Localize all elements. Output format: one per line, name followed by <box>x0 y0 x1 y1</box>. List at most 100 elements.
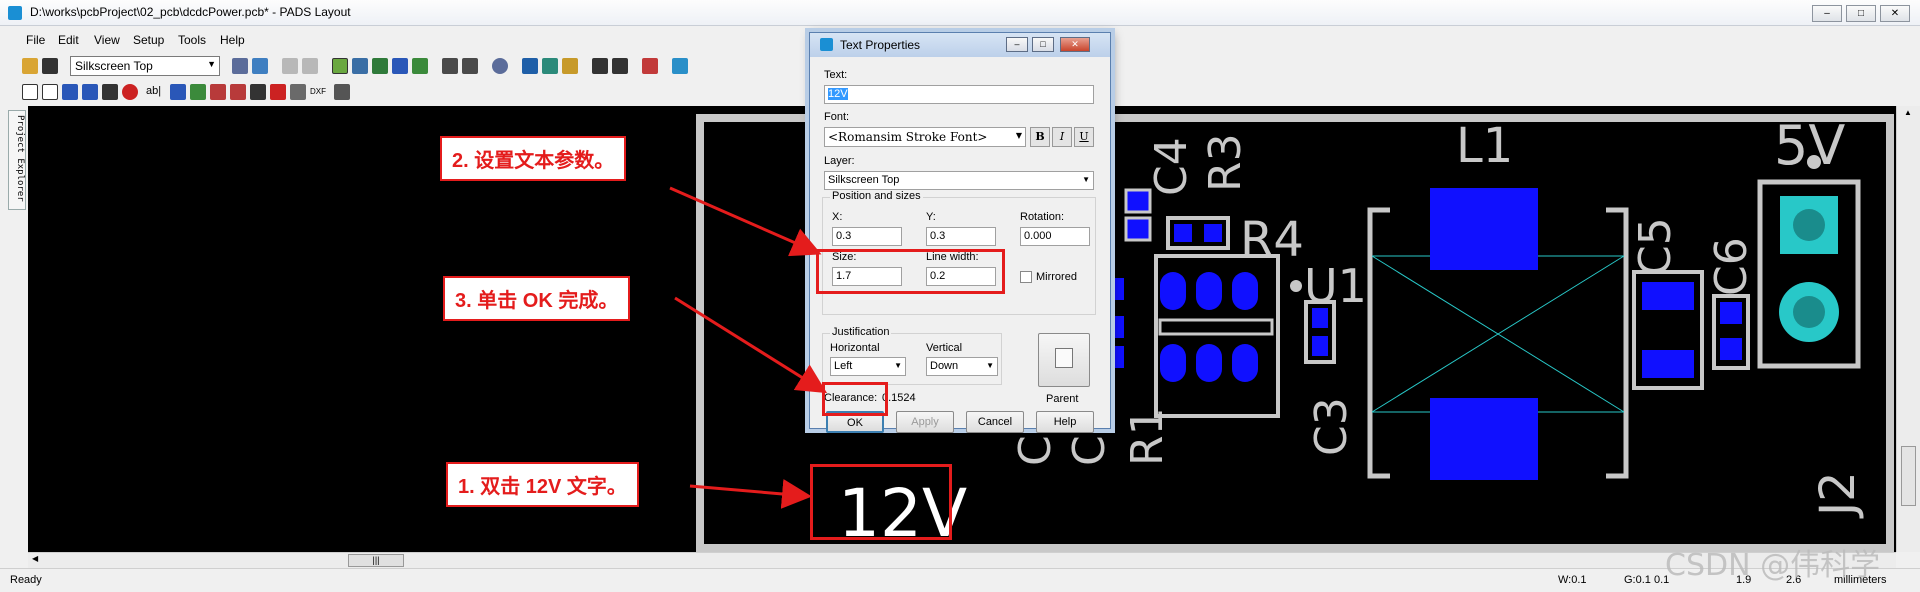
layer-setup-icon[interactable] <box>232 58 248 74</box>
apply-button[interactable]: Apply <box>896 411 954 433</box>
layer-combobox[interactable]: Silkscreen Top ▼ <box>70 56 220 76</box>
help-icon[interactable] <box>672 58 688 74</box>
menu-setup[interactable]: Setup <box>133 33 164 47</box>
silk-label-c4[interactable]: C4 <box>1146 137 1197 196</box>
undo-icon[interactable] <box>442 58 458 74</box>
scroll-up-icon[interactable]: ▲ <box>1904 108 1912 117</box>
import-icon[interactable] <box>290 84 306 100</box>
cancel-button[interactable]: Cancel <box>966 411 1024 433</box>
bom-icon[interactable] <box>190 84 206 100</box>
move-icon[interactable] <box>42 84 58 100</box>
verify-icon[interactable] <box>642 58 658 74</box>
pad[interactable] <box>1642 282 1694 310</box>
silk-label-r1[interactable]: R1 <box>1122 407 1173 466</box>
save-icon[interactable] <box>42 58 58 74</box>
redraw-icon[interactable] <box>252 58 268 74</box>
net-icon[interactable] <box>170 84 186 100</box>
menu-tools[interactable]: Tools <box>178 33 206 47</box>
ratsnest-icon[interactable] <box>230 84 246 100</box>
minimize-button[interactable]: – <box>1812 5 1842 22</box>
menu-view[interactable]: View <box>94 33 120 47</box>
font-combobox[interactable]: <Romansim Stroke Font> ▼ <box>824 127 1026 147</box>
design-toolbar-icon[interactable] <box>332 58 348 74</box>
project-explorer-tab[interactable]: Project Explorer <box>8 110 26 210</box>
parent-button[interactable] <box>1038 333 1090 387</box>
silk-label-j2[interactable]: J2 <box>1810 471 1866 519</box>
horizontal-scroll-thumb[interactable]: ||| <box>348 554 404 567</box>
pad[interactable] <box>1160 272 1186 310</box>
macro-icon[interactable] <box>612 58 628 74</box>
silk-label-r4[interactable]: R4 <box>1240 212 1304 268</box>
pad[interactable] <box>1720 302 1742 324</box>
dimension-icon[interactable] <box>250 84 266 100</box>
pan-icon[interactable] <box>542 58 558 74</box>
pad[interactable] <box>1204 224 1222 242</box>
text-input[interactable]: 12V <box>824 85 1094 104</box>
open-icon[interactable] <box>22 58 38 74</box>
bold-button[interactable]: B <box>1030 127 1050 147</box>
horizontal-combobox[interactable]: Left ▼ <box>830 357 906 376</box>
vertical-scrollbar[interactable]: ▲ <box>1896 106 1920 552</box>
pad[interactable] <box>1196 344 1222 382</box>
close-button[interactable]: ✕ <box>1880 5 1910 22</box>
help-button[interactable]: Help <box>1036 411 1094 433</box>
silk-label-c-partial[interactable]: C <box>1010 435 1061 466</box>
scroll-left-icon[interactable]: ◀ <box>32 554 38 563</box>
redo-icon[interactable] <box>462 58 478 74</box>
pad[interactable] <box>1160 344 1186 382</box>
pad[interactable] <box>1124 216 1152 242</box>
l1-pad-bottom[interactable] <box>1430 398 1538 480</box>
vertical-combobox[interactable]: Down ▼ <box>926 357 998 376</box>
menu-help[interactable]: Help <box>220 33 245 47</box>
cluster-icon[interactable] <box>412 58 428 74</box>
menu-file[interactable]: File <box>26 33 45 47</box>
silk-label-r3[interactable]: R3 <box>1200 133 1251 192</box>
text-ab-icon[interactable]: ab| <box>146 85 161 97</box>
pin-icon[interactable] <box>210 84 226 100</box>
trace-icon[interactable] <box>82 84 98 100</box>
pad[interactable] <box>1232 344 1258 382</box>
silk-label-l1[interactable]: L1 <box>1456 118 1513 174</box>
pad[interactable] <box>1312 336 1328 356</box>
gerber-icon[interactable] <box>270 84 286 100</box>
view-icon[interactable] <box>522 58 538 74</box>
dialog-layer-combobox[interactable]: Silkscreen Top ▼ <box>824 171 1094 190</box>
maximize-button[interactable]: □ <box>1846 5 1876 22</box>
dialog-close-button[interactable]: ✕ <box>1060 37 1090 52</box>
underline-button[interactable]: U <box>1074 127 1094 147</box>
select-icon[interactable] <box>22 84 38 100</box>
l1-pad-top[interactable] <box>1430 188 1538 270</box>
pad[interactable] <box>1642 350 1694 378</box>
dialog-maximize-button[interactable]: □ <box>1032 37 1054 52</box>
find-icon[interactable] <box>492 58 508 74</box>
pad[interactable] <box>1232 272 1258 310</box>
vertical-scroll-thumb[interactable] <box>1901 446 1916 506</box>
dxf-icon[interactable]: DXF <box>310 87 326 96</box>
route-icon[interactable] <box>392 58 408 74</box>
dialog-title-bar[interactable]: Text Properties – □ ✕ <box>810 33 1110 57</box>
menu-edit[interactable]: Edit <box>58 33 79 47</box>
zoom-next-icon[interactable] <box>302 58 318 74</box>
italic-button[interactable]: I <box>1052 127 1072 147</box>
pad[interactable] <box>1174 224 1192 242</box>
y-input[interactable]: 0.3 <box>926 227 996 246</box>
silk-label-c3[interactable]: C3 <box>1306 397 1357 456</box>
dialog-minimize-button[interactable]: – <box>1006 37 1028 52</box>
pad[interactable] <box>1196 272 1222 310</box>
properties-icon[interactable] <box>592 58 608 74</box>
silk-label-5v[interactable]: 5V <box>1774 114 1845 177</box>
ecad-icon[interactable] <box>372 58 388 74</box>
layer-icon[interactable] <box>62 84 78 100</box>
x-input[interactable]: 0.3 <box>832 227 902 246</box>
delete-icon[interactable] <box>122 84 138 100</box>
horizontal-scrollbar[interactable]: ◀ ||| <box>28 552 1896 568</box>
silk-label-c6[interactable]: C6 <box>1706 237 1757 296</box>
copy-icon[interactable] <box>102 84 118 100</box>
rotation-input[interactable]: 0.000 <box>1020 227 1090 246</box>
silk-label-u1[interactable]: U1 <box>1304 259 1367 313</box>
drafting-toolbar-icon[interactable] <box>352 58 368 74</box>
list-icon[interactable] <box>334 84 350 100</box>
silk-label-c-partial-2[interactable]: C <box>1064 435 1115 466</box>
mirrored-checkbox[interactable] <box>1020 271 1032 283</box>
zoom-prev-icon[interactable] <box>282 58 298 74</box>
